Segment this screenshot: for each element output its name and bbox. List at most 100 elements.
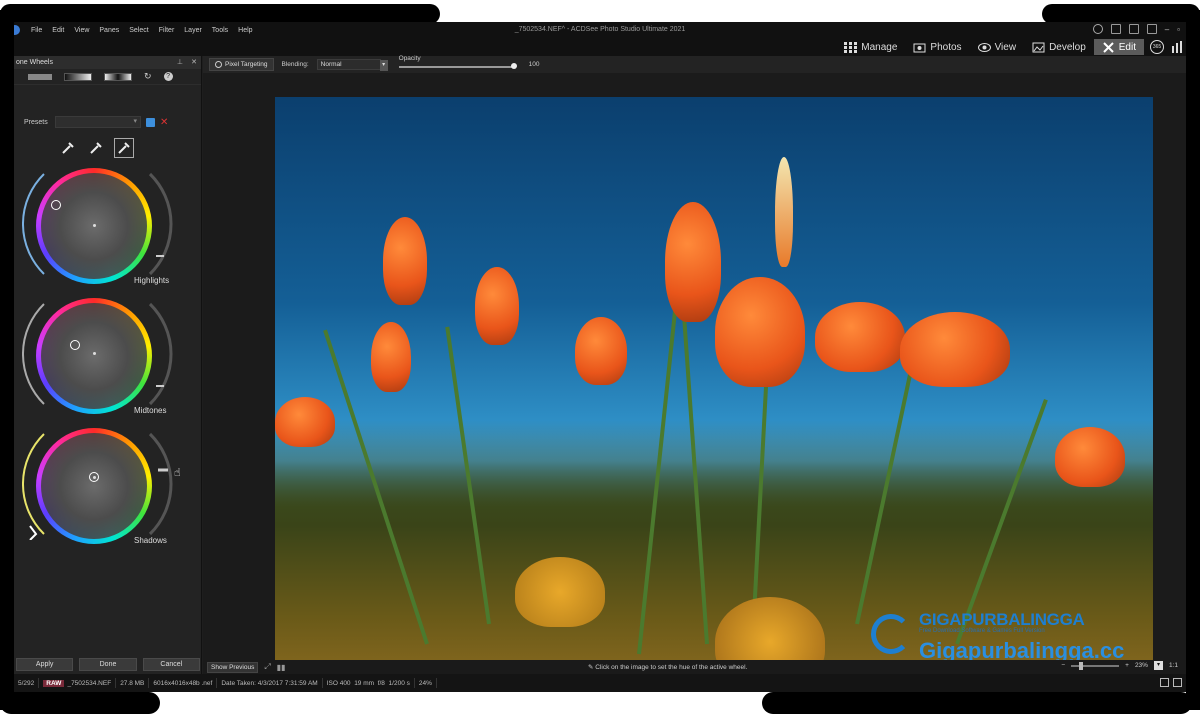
tone-wheels-panel: one Wheels ⊥ ✕ ↻ ? Presets ✕ [14, 56, 202, 674]
status-focal: 19 mm [354, 679, 375, 687]
slider-mode-icon[interactable] [28, 73, 52, 80]
status-file: RAW _7502534.NEF [39, 678, 117, 688]
blending-select[interactable]: Normal ▾ [316, 59, 388, 71]
user-icon[interactable] [1092, 24, 1103, 34]
presets-select[interactable] [55, 116, 141, 128]
photo-canvas[interactable]: GIGAPURBALINGGA Free Download Software &… [275, 97, 1153, 684]
blending-label: Blending: [281, 61, 309, 68]
frame-bottom-right [762, 692, 1192, 714]
zoom-controls: − + 23% ▾ 1:1 [1061, 661, 1178, 670]
mode-manage[interactable]: Manage [836, 39, 905, 55]
target-icon [215, 61, 222, 68]
menu-view[interactable]: View [69, 27, 94, 34]
menu-edit[interactable]: Edit [47, 27, 69, 34]
ratio-button[interactable]: 1:1 [1169, 662, 1178, 669]
midtones-hue-handle[interactable] [70, 340, 80, 350]
gradient-dark-icon[interactable] [64, 72, 92, 81]
zoom-in-icon[interactable]: + [1125, 662, 1129, 669]
highlights-center-dot [93, 224, 96, 227]
restore-icon[interactable]: ▫ [1177, 25, 1180, 34]
mode-view[interactable]: View [970, 39, 1025, 55]
highlights-brightness-arc[interactable] [146, 170, 176, 280]
cancel-button[interactable]: Cancel [142, 658, 200, 671]
stats-icon[interactable] [1170, 40, 1184, 54]
frame-bottom-left [0, 692, 160, 714]
midtones-brightness-arc[interactable] [146, 300, 176, 410]
poppy-flower [383, 217, 427, 305]
menu-help[interactable]: Help [233, 27, 257, 34]
apply-button[interactable]: Apply [16, 658, 74, 671]
presets-row: Presets ✕ [24, 116, 168, 128]
close-panel-icon[interactable]: ✕ [191, 58, 197, 66]
watermark-brand: GIGAPURBALINGGA [919, 610, 1085, 629]
menu-layer[interactable]: Layer [179, 27, 207, 34]
chevron-down-icon[interactable]: ▾ [379, 60, 388, 71]
reset-icon[interactable]: ↻ [144, 71, 152, 82]
eyedropper-shadows-icon[interactable] [114, 138, 134, 158]
layout-icon[interactable] [1160, 678, 1169, 687]
grid-icon [844, 41, 858, 53]
pin-icon[interactable]: ⊥ [177, 58, 183, 66]
poppy-flower [775, 157, 793, 267]
histogram-icon[interactable]: ▮▮ [277, 663, 286, 672]
layout-bottom-icon[interactable] [1128, 24, 1139, 34]
show-previous-button[interactable]: Show Previous [207, 661, 259, 673]
layout-right-icon[interactable] [1146, 24, 1157, 34]
shadows-label: Shadows [134, 536, 167, 545]
fullscreen-icon[interactable]: ⤢ [264, 662, 270, 672]
poppy-flower [715, 277, 805, 387]
gradient-light-icon[interactable] [104, 72, 132, 81]
delete-preset-icon[interactable]: ✕ [160, 117, 168, 127]
menu-tools[interactable]: Tools [207, 27, 233, 34]
done-button[interactable]: Done [79, 658, 137, 671]
menu-bar: File Edit View Panes Select Filter Layer… [14, 22, 1186, 38]
shadows-wheel[interactable] [36, 428, 152, 544]
eyedropper-highlights-icon[interactable] [58, 138, 78, 158]
poppy-flower [515, 557, 605, 627]
mode-bar: Manage Photos View Develop Edit 365 [14, 38, 1186, 56]
presets-label: Presets [24, 118, 48, 126]
opacity-label: Opacity [398, 55, 421, 62]
frame-right-edge [1186, 10, 1200, 710]
frame-left-edge [0, 10, 14, 710]
shadows-brightness-arc[interactable] [146, 430, 176, 540]
status-count: 5/292 [14, 678, 40, 688]
opacity-slider[interactable] [398, 66, 513, 68]
zoom-slider[interactable] [1071, 661, 1120, 670]
status-iso: ISO 400 [326, 679, 351, 687]
help-icon[interactable]: ? [163, 72, 173, 81]
app-logo-icon[interactable] [14, 25, 20, 35]
menu-panes[interactable]: Panes [94, 27, 124, 34]
zoom-dropdown-icon[interactable]: ▾ [1153, 661, 1163, 670]
zoom-value: 23% [1134, 662, 1148, 669]
minimize-icon[interactable]: – [1165, 25, 1169, 34]
menu-file[interactable]: File [26, 27, 47, 34]
highlights-hue-handle[interactable] [51, 200, 61, 210]
watermark-logo-icon [871, 614, 911, 654]
eyedropper-midtones-icon[interactable] [86, 138, 106, 158]
photos-icon [913, 43, 926, 52]
menu-filter[interactable]: Filter [154, 27, 180, 34]
zoom-out-icon[interactable]: − [1061, 662, 1065, 669]
mode-edit[interactable]: Edit [1093, 39, 1144, 55]
menu-select[interactable]: Select [124, 27, 153, 34]
poppy-flower [900, 312, 1010, 387]
info-icon[interactable] [1173, 678, 1182, 687]
poppy-flower [815, 302, 905, 372]
shadows-center-dot [93, 476, 96, 479]
pixel-targeting-button[interactable]: Pixel Targeting [209, 58, 274, 71]
poppy-flower [371, 322, 411, 392]
status-shutter: 1/200 s [388, 679, 410, 687]
opacity-slider-handle[interactable] [510, 63, 517, 69]
mode-photos[interactable]: Photos [905, 39, 969, 55]
layout-left-icon[interactable] [1110, 24, 1121, 34]
opacity-control: Opacity [398, 55, 519, 73]
save-preset-icon[interactable] [146, 117, 155, 127]
poppy-flower [475, 267, 519, 345]
mode-edit-label: Edit [1118, 41, 1136, 53]
mode-develop[interactable]: Develop [1024, 39, 1094, 55]
midtones-wheel[interactable] [36, 298, 152, 414]
status-aperture: f/8 [377, 679, 385, 687]
365-icon[interactable]: 365 [1150, 40, 1164, 54]
panel-buttons: Apply Done Cancel [14, 656, 202, 674]
